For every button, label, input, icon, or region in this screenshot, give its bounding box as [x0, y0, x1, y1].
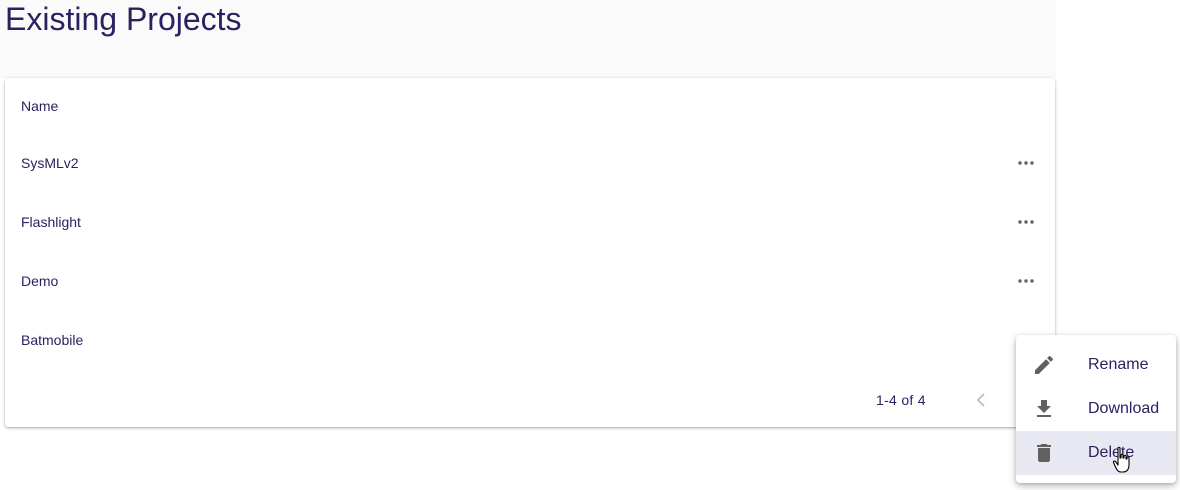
pencil-icon [1032, 353, 1056, 377]
project-name[interactable]: Batmobile [21, 311, 83, 370]
menu-item-label: Rename [1088, 356, 1149, 373]
menu-item-rename[interactable]: Rename [1016, 343, 1176, 387]
project-name[interactable]: SysMLv2 [21, 134, 79, 193]
column-header-name: Name [21, 98, 59, 114]
project-name[interactable]: Flashlight [21, 193, 81, 252]
table-row[interactable]: Demo [5, 252, 1055, 311]
chevron-left-icon[interactable] [969, 388, 993, 412]
projects-page: Existing Projects Name SysMLv2 Flashligh… [0, 0, 1180, 490]
menu-item-label: Download [1088, 400, 1160, 417]
header-band: Existing Projects [0, 0, 1056, 78]
table-row[interactable]: SysMLv2 [5, 134, 1055, 193]
menu-item-label: Delete [1088, 444, 1135, 461]
projects-table-card: Name SysMLv2 Flashlight Demo Batmobile 1… [5, 78, 1055, 427]
page-title: Existing Projects [5, 1, 242, 37]
project-context-menu: Rename Download Delete [1016, 335, 1176, 483]
table-row[interactable]: Batmobile [5, 311, 1055, 370]
more-horizontal-icon[interactable] [1014, 210, 1038, 234]
menu-item-download[interactable]: Download [1016, 387, 1176, 431]
more-horizontal-icon[interactable] [1014, 151, 1038, 175]
more-horizontal-icon[interactable] [1014, 269, 1038, 293]
download-icon [1032, 397, 1056, 421]
project-name[interactable]: Demo [21, 252, 58, 311]
table-row[interactable]: Flashlight [5, 193, 1055, 252]
pagination-range: 1-4 of 4 [876, 392, 926, 408]
trash-icon [1032, 441, 1056, 465]
menu-item-delete[interactable]: Delete [1016, 431, 1176, 475]
